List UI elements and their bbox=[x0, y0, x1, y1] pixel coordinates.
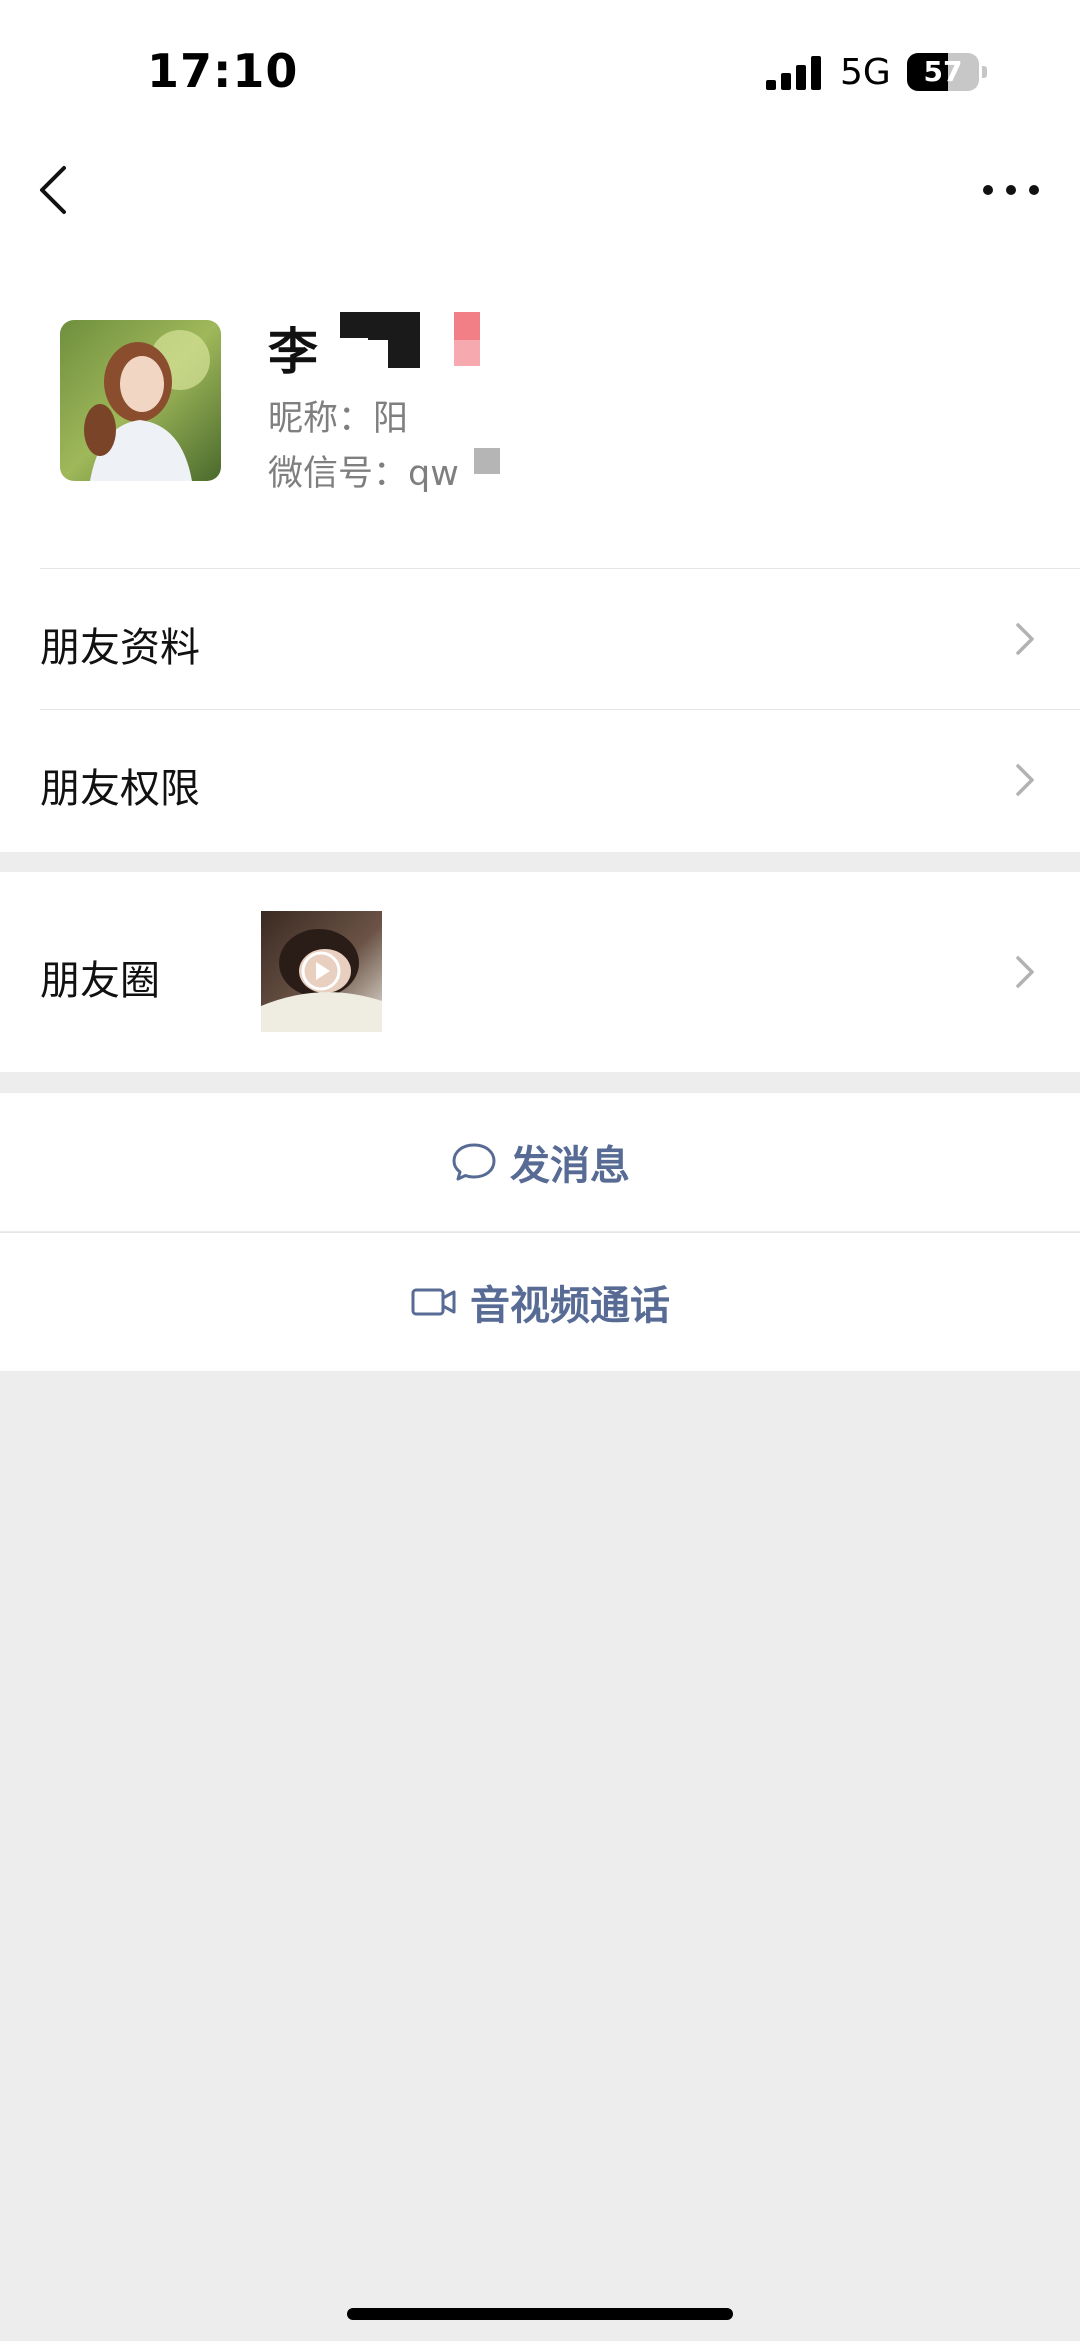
wechat-id: 微信号：qw bbox=[268, 454, 459, 494]
battery-icon: 57 bbox=[907, 53, 987, 91]
moments-video-preview bbox=[261, 911, 382, 1032]
chevron-right-icon bbox=[1016, 623, 1034, 655]
video-camera-icon bbox=[411, 1288, 456, 1316]
moments-label: 朋友圈 bbox=[40, 958, 160, 1004]
back-button[interactable] bbox=[30, 160, 80, 220]
network-type: 5G bbox=[840, 52, 891, 93]
friend-permissions-row[interactable]: 朋友权限 bbox=[0, 710, 1080, 850]
moments-thumbnail[interactable] bbox=[261, 911, 382, 1032]
friend-permissions-label: 朋友权限 bbox=[40, 766, 200, 812]
send-message-label: 发消息 bbox=[510, 1143, 630, 1189]
video-call-button[interactable]: 音视频通话 bbox=[0, 1233, 1080, 1371]
name-redaction bbox=[338, 312, 480, 368]
chevron-right-icon bbox=[1016, 956, 1034, 988]
chat-bubble-icon bbox=[452, 1143, 496, 1181]
wechat-id-redaction bbox=[474, 448, 500, 474]
nickname: 昵称：阳 bbox=[268, 399, 409, 439]
name-text: 李 bbox=[268, 323, 318, 381]
friend-info-label: 朋友资料 bbox=[40, 625, 200, 671]
more-options-button[interactable] bbox=[976, 170, 1046, 210]
moments-row[interactable]: 朋友圈 bbox=[0, 872, 1080, 1072]
avatar-photo bbox=[60, 320, 221, 481]
signal-icon bbox=[766, 56, 821, 90]
home-indicator[interactable] bbox=[347, 2308, 733, 2320]
friend-info-row[interactable]: 朋友资料 bbox=[0, 569, 1080, 709]
status-time: 17:10 bbox=[147, 44, 299, 98]
chevron-right-icon bbox=[1016, 764, 1034, 796]
send-message-button[interactable]: 发消息 bbox=[0, 1093, 1080, 1231]
battery-percent: 57 bbox=[923, 55, 963, 88]
video-call-label: 音视频通话 bbox=[470, 1283, 670, 1329]
avatar[interactable] bbox=[60, 320, 221, 481]
contact-profile-screen: 17:10 5G 57 李 昵称：阳 微信号：qw 朋友资料 朋友权限 朋友圈 … bbox=[0, 0, 1080, 2341]
